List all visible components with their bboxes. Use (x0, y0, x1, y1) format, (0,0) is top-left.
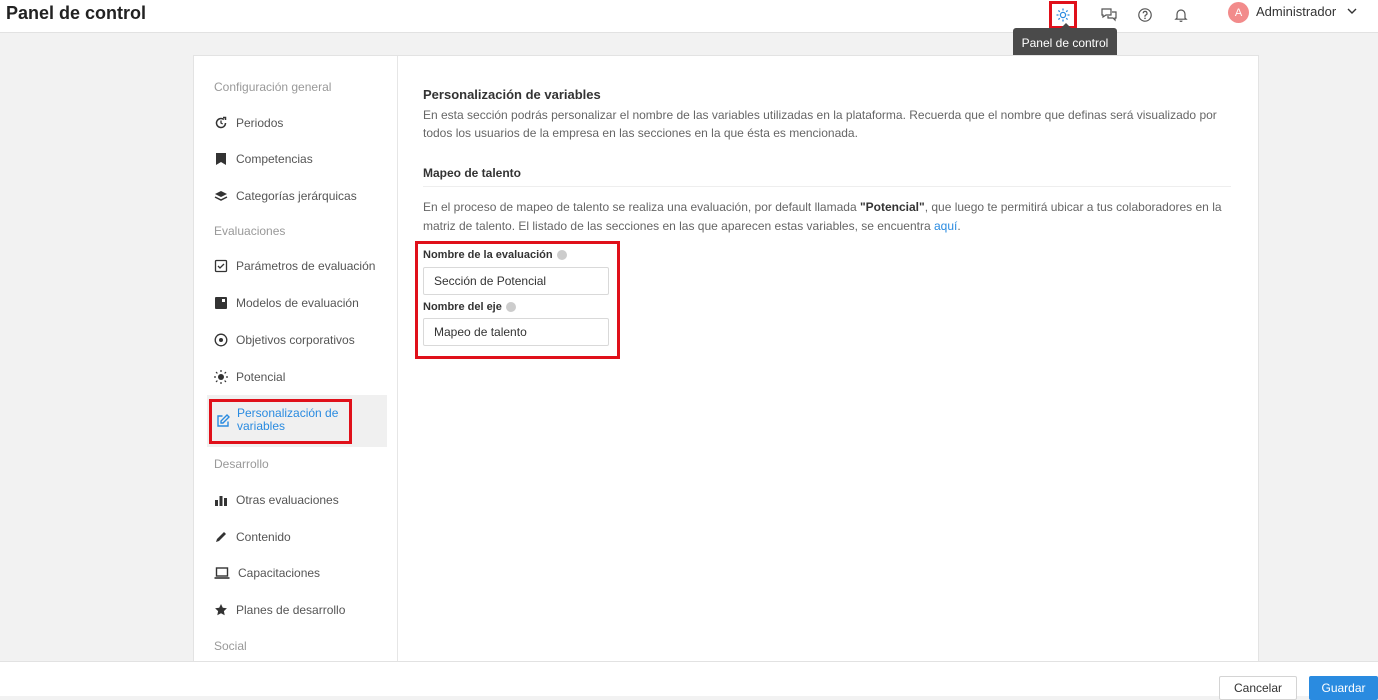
sidebar-item-label: Competencias (236, 152, 313, 166)
bar-chart-icon (214, 493, 228, 507)
evaluation-name-input[interactable] (423, 267, 609, 295)
bell-icon[interactable] (1170, 4, 1192, 26)
section-title: Personalización de variables (423, 87, 601, 102)
sidebar-item-label: Periodos (236, 116, 284, 130)
help-icon[interactable] (505, 302, 516, 312)
section-header-evaluaciones: Evaluaciones (214, 224, 286, 238)
sidebar: Configuración general Periodos Competenc… (194, 56, 398, 665)
sidebar-item-objetivos[interactable]: Objetivos corporativos (214, 329, 355, 351)
sidebar-item-label: Capacitaciones (238, 566, 321, 580)
refresh-clock-icon (214, 116, 228, 130)
help-icon[interactable] (556, 250, 567, 260)
sidebar-item-label: Parámetros de evaluación (236, 259, 376, 273)
help-icon[interactable] (1134, 4, 1156, 26)
chevron-down-icon[interactable] (1346, 4, 1358, 22)
chat-icon[interactable] (1098, 4, 1120, 26)
star-icon (214, 603, 228, 617)
sidebar-item-label: Planes de desarrollo (236, 603, 346, 617)
bookmark-icon (214, 152, 228, 166)
laptop-icon (214, 566, 230, 580)
footer-bar (0, 661, 1378, 696)
sidebar-item-label: Potencial (236, 370, 286, 384)
section-header-general: Configuración general (214, 80, 332, 94)
sidebar-item-contenido[interactable]: Contenido (214, 526, 291, 548)
sidebar-item-label: Objetivos corporativos (236, 333, 355, 347)
page-title: Panel de control (6, 3, 147, 23)
avatar[interactable]: A (1228, 2, 1249, 23)
sidebar-item-parametros[interactable]: Parámetros de evaluación (214, 255, 375, 277)
sidebar-item-capacitaciones[interactable]: Capacitaciones (214, 562, 320, 584)
sidebar-item-competencias[interactable]: Competencias (214, 148, 313, 170)
target-icon (214, 333, 228, 347)
section-header-social: Social (214, 639, 247, 653)
sidebar-item-label: Personalización de variables (237, 406, 339, 433)
sidebar-item-categorias[interactable]: Categorías jerárquicas (214, 185, 357, 207)
sidebar-item-periodos[interactable]: Periodos (214, 112, 283, 134)
field-label-eje: Nombre del eje (423, 301, 516, 313)
info-text: En el proceso de mapeo de talento se rea… (423, 200, 1222, 233)
sidebar-item-potencial[interactable]: Potencial (214, 366, 285, 388)
tooltip: Panel de control (1013, 23, 1117, 58)
pen-icon (214, 530, 228, 544)
cancel-button[interactable]: Cancelar (1219, 676, 1297, 700)
checkbox-icon (214, 259, 228, 273)
save-button[interactable]: Guardar (1309, 676, 1378, 700)
section-description: En esta sección podrás personalizar el n… (423, 108, 1217, 140)
sidebar-item-label: Categorías jerárquicas (236, 189, 357, 203)
axis-name-input[interactable] (423, 318, 609, 346)
sidebar-item-modelos[interactable]: Modelos de evaluación (214, 292, 359, 314)
top-bar: Panel de control A Administrador (0, 0, 1378, 33)
user-name[interactable]: Administrador (1256, 4, 1336, 19)
field-label-evaluacion: Nombre de la evaluación (423, 249, 567, 261)
info-link[interactable]: aquí (934, 219, 957, 233)
subsection-title: Mapeo de talento (423, 166, 522, 180)
sidebar-item-label: Otras evaluaciones (236, 493, 339, 507)
layers-icon (214, 189, 228, 203)
divider (423, 186, 1231, 187)
settings-card: Configuración general Periodos Competenc… (193, 55, 1259, 665)
sidebar-item-otras-evaluaciones[interactable]: Otras evaluaciones (214, 489, 339, 511)
square-icon (214, 296, 228, 310)
sidebar-item-label: Contenido (236, 530, 291, 544)
sun-icon (214, 370, 228, 384)
sidebar-item-planes[interactable]: Planes de desarrollo (214, 599, 345, 621)
sidebar-item-label: Modelos de evaluación (236, 296, 359, 310)
section-header-desarrollo: Desarrollo (214, 457, 269, 471)
edit-icon (216, 413, 231, 433)
